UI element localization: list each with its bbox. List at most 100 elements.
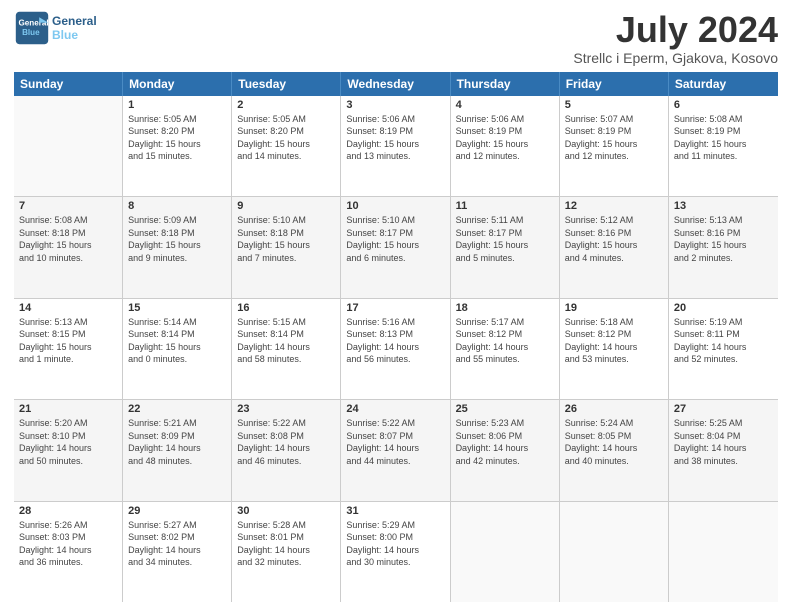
- day-number: 17: [346, 302, 444, 314]
- day-info: Sunrise: 5:11 AM Sunset: 8:17 PM Dayligh…: [456, 214, 554, 264]
- calendar-cell: 26 Sunrise: 5:24 AM Sunset: 8:05 PM Dayli…: [560, 400, 669, 500]
- day-number: 23: [237, 403, 335, 415]
- day-number: 10: [346, 200, 444, 212]
- svg-text:Blue: Blue: [22, 28, 40, 37]
- calendar-cell: 25 Sunrise: 5:23 AM Sunset: 8:06 PM Dayli…: [451, 400, 560, 500]
- calendar-cell: 10 Sunrise: 5:10 AM Sunset: 8:17 PM Dayli…: [341, 197, 450, 297]
- calendar-cell: [560, 502, 669, 602]
- day-number: 30: [237, 505, 335, 517]
- day-number: 24: [346, 403, 444, 415]
- calendar-header: SundayMondayTuesdayWednesdayThursdayFrid…: [14, 72, 778, 96]
- calendar-cell: 6 Sunrise: 5:08 AM Sunset: 8:19 PM Daylig…: [669, 96, 778, 196]
- day-info: Sunrise: 5:16 AM Sunset: 8:13 PM Dayligh…: [346, 316, 444, 366]
- day-number: 31: [346, 505, 444, 517]
- day-info: Sunrise: 5:22 AM Sunset: 8:07 PM Dayligh…: [346, 417, 444, 467]
- day-info: Sunrise: 5:29 AM Sunset: 8:00 PM Dayligh…: [346, 519, 444, 569]
- logo-line2: Blue: [52, 28, 97, 42]
- calendar-week-2: 7 Sunrise: 5:08 AM Sunset: 8:18 PM Daylig…: [14, 197, 778, 298]
- day-info: Sunrise: 5:06 AM Sunset: 8:19 PM Dayligh…: [346, 113, 444, 163]
- header-day-thursday: Thursday: [451, 72, 560, 96]
- calendar-week-5: 28Sunrise: 5:26 AM Sunset: 8:03 PM Dayli…: [14, 502, 778, 602]
- day-number: 5: [565, 99, 663, 111]
- day-info: Sunrise: 5:08 AM Sunset: 8:19 PM Dayligh…: [674, 113, 773, 163]
- page: General Blue General Blue July 2024 Stre…: [0, 0, 792, 612]
- calendar-cell: 28Sunrise: 5:26 AM Sunset: 8:03 PM Dayli…: [14, 502, 123, 602]
- day-number: 3: [346, 99, 444, 111]
- day-info: Sunrise: 5:10 AM Sunset: 8:18 PM Dayligh…: [237, 214, 335, 264]
- day-number: 18: [456, 302, 554, 314]
- day-info: Sunrise: 5:28 AM Sunset: 8:01 PM Dayligh…: [237, 519, 335, 569]
- day-info: Sunrise: 5:27 AM Sunset: 8:02 PM Dayligh…: [128, 519, 226, 569]
- calendar-cell: 15Sunrise: 5:14 AM Sunset: 8:14 PM Dayli…: [123, 299, 232, 399]
- day-info: Sunrise: 5:18 AM Sunset: 8:12 PM Dayligh…: [565, 316, 663, 366]
- day-info: Sunrise: 5:07 AM Sunset: 8:19 PM Dayligh…: [565, 113, 663, 163]
- day-number: 13: [674, 200, 773, 212]
- day-number: 2: [237, 99, 335, 111]
- calendar-cell: 3 Sunrise: 5:06 AM Sunset: 8:19 PM Daylig…: [341, 96, 450, 196]
- day-info: Sunrise: 5:21 AM Sunset: 8:09 PM Dayligh…: [128, 417, 226, 467]
- day-number: 14: [19, 302, 117, 314]
- header: General Blue General Blue July 2024 Stre…: [14, 10, 778, 66]
- day-info: Sunrise: 5:23 AM Sunset: 8:06 PM Dayligh…: [456, 417, 554, 467]
- calendar-cell: 1 Sunrise: 5:05 AM Sunset: 8:20 PM Daylig…: [123, 96, 232, 196]
- day-number: 1: [128, 99, 226, 111]
- calendar-cell: [451, 502, 560, 602]
- calendar-cell: 13Sunrise: 5:13 AM Sunset: 8:16 PM Dayli…: [669, 197, 778, 297]
- day-info: Sunrise: 5:10 AM Sunset: 8:17 PM Dayligh…: [346, 214, 444, 264]
- day-info: Sunrise: 5:09 AM Sunset: 8:18 PM Dayligh…: [128, 214, 226, 264]
- day-number: 28: [19, 505, 117, 517]
- calendar-cell: 30 Sunrise: 5:28 AM Sunset: 8:01 PM Dayli…: [232, 502, 341, 602]
- calendar-cell: 21 Sunrise: 5:20 AM Sunset: 8:10 PM Dayli…: [14, 400, 123, 500]
- day-info: Sunrise: 5:08 AM Sunset: 8:18 PM Dayligh…: [19, 214, 117, 264]
- header-day-wednesday: Wednesday: [341, 72, 450, 96]
- day-info: Sunrise: 5:20 AM Sunset: 8:10 PM Dayligh…: [19, 417, 117, 467]
- day-number: 7: [19, 200, 117, 212]
- calendar-cell: 11Sunrise: 5:11 AM Sunset: 8:17 PM Dayli…: [451, 197, 560, 297]
- calendar-cell: 2 Sunrise: 5:05 AM Sunset: 8:20 PM Daylig…: [232, 96, 341, 196]
- calendar-cell: 24 Sunrise: 5:22 AM Sunset: 8:07 PM Dayli…: [341, 400, 450, 500]
- day-info: Sunrise: 5:05 AM Sunset: 8:20 PM Dayligh…: [128, 113, 226, 163]
- svg-text:General: General: [19, 18, 49, 27]
- header-day-sunday: Sunday: [14, 72, 123, 96]
- calendar-cell: 19 Sunrise: 5:18 AM Sunset: 8:12 PM Dayli…: [560, 299, 669, 399]
- calendar-cell: 22 Sunrise: 5:21 AM Sunset: 8:09 PM Dayli…: [123, 400, 232, 500]
- day-number: 15: [128, 302, 226, 314]
- header-day-saturday: Saturday: [669, 72, 778, 96]
- calendar-cell: 5 Sunrise: 5:07 AM Sunset: 8:19 PM Daylig…: [560, 96, 669, 196]
- day-number: 8: [128, 200, 226, 212]
- month-title: July 2024: [573, 10, 778, 50]
- calendar-cell: 9 Sunrise: 5:10 AM Sunset: 8:18 PM Daylig…: [232, 197, 341, 297]
- calendar-cell: 31 Sunrise: 5:29 AM Sunset: 8:00 PM Dayli…: [341, 502, 450, 602]
- day-info: Sunrise: 5:06 AM Sunset: 8:19 PM Dayligh…: [456, 113, 554, 163]
- title-section: July 2024 Strellc i Eperm, Gjakova, Koso…: [573, 10, 778, 66]
- day-info: Sunrise: 5:24 AM Sunset: 8:05 PM Dayligh…: [565, 417, 663, 467]
- calendar: SundayMondayTuesdayWednesdayThursdayFrid…: [14, 72, 778, 602]
- day-number: 22: [128, 403, 226, 415]
- day-number: 29: [128, 505, 226, 517]
- day-info: Sunrise: 5:19 AM Sunset: 8:11 PM Dayligh…: [674, 316, 773, 366]
- calendar-cell: 18Sunrise: 5:17 AM Sunset: 8:12 PM Dayli…: [451, 299, 560, 399]
- calendar-week-3: 14 Sunrise: 5:13 AM Sunset: 8:15 PM Dayli…: [14, 299, 778, 400]
- calendar-cell: [14, 96, 123, 196]
- location: Strellc i Eperm, Gjakova, Kosovo: [573, 50, 778, 66]
- calendar-cell: 16Sunrise: 5:15 AM Sunset: 8:14 PM Dayli…: [232, 299, 341, 399]
- day-number: 25: [456, 403, 554, 415]
- day-info: Sunrise: 5:05 AM Sunset: 8:20 PM Dayligh…: [237, 113, 335, 163]
- header-day-tuesday: Tuesday: [232, 72, 341, 96]
- calendar-cell: [669, 502, 778, 602]
- day-number: 20: [674, 302, 773, 314]
- day-number: 19: [565, 302, 663, 314]
- day-number: 21: [19, 403, 117, 415]
- day-number: 9: [237, 200, 335, 212]
- calendar-cell: 23Sunrise: 5:22 AM Sunset: 8:08 PM Dayli…: [232, 400, 341, 500]
- day-info: Sunrise: 5:12 AM Sunset: 8:16 PM Dayligh…: [565, 214, 663, 264]
- calendar-cell: 17 Sunrise: 5:16 AM Sunset: 8:13 PM Dayli…: [341, 299, 450, 399]
- header-day-friday: Friday: [560, 72, 669, 96]
- day-number: 12: [565, 200, 663, 212]
- calendar-cell: 20 Sunrise: 5:19 AM Sunset: 8:11 PM Dayli…: [669, 299, 778, 399]
- day-number: 6: [674, 99, 773, 111]
- calendar-cell: 4Sunrise: 5:06 AM Sunset: 8:19 PM Daylig…: [451, 96, 560, 196]
- calendar-week-1: 1 Sunrise: 5:05 AM Sunset: 8:20 PM Daylig…: [14, 96, 778, 197]
- day-number: 26: [565, 403, 663, 415]
- day-info: Sunrise: 5:13 AM Sunset: 8:15 PM Dayligh…: [19, 316, 117, 366]
